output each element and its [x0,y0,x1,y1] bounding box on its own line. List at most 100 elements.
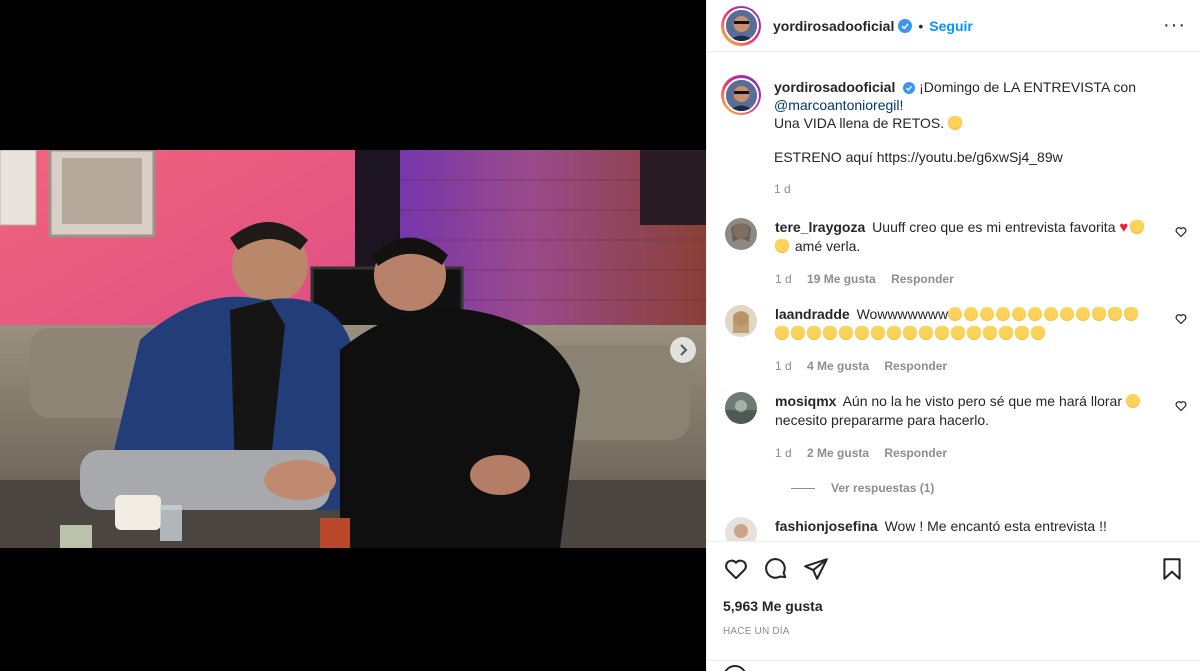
commenter-avatar[interactable] [725,218,757,250]
comment-username[interactable]: fashionjosefina [775,518,878,534]
caption-username[interactable]: yordirosadooficial [774,79,895,95]
comment-body: mosiqmx Aún no la he visto pero sé que m… [775,392,1155,463]
paper-plane-icon[interactable] [803,556,829,582]
action-icons-row [723,554,1185,584]
photo-image [0,150,706,548]
verified-badge-icon [898,18,913,33]
follow-button[interactable]: Seguir [929,18,973,34]
heart-eyes-emoji-row [948,306,1140,322]
likes-count[interactable]: 5,963 Me gusta [723,598,1185,614]
commenter-avatar[interactable] [725,305,757,337]
bookmark-icon[interactable] [1159,556,1185,582]
comment-item: fashionjosefina Wow ! Me encantó esta en… [721,517,1187,541]
add-comment-section [707,660,1200,671]
post-media-pane [0,0,706,671]
clap-emoji-icon [999,326,1013,340]
comment-text-line2: necesito prepararme para hacerlo. [775,412,990,428]
replies-divider [791,487,815,489]
clap-emoji-icon [791,326,805,340]
comment-time[interactable]: 1 d [775,446,792,460]
comment-time[interactable]: 1 d [775,272,792,286]
caption-text-1: ¡Domingo de LA ENTREVISTA con [919,79,1136,95]
author-username[interactable]: yordirosadooficial [773,18,894,34]
comment-like-heart-icon[interactable] [1175,313,1187,325]
heart-icon[interactable] [723,556,749,582]
clap-emoji-icon [1124,307,1139,321]
clap-emoji-icon [903,326,917,340]
verified-badge-icon [903,82,916,94]
clap-emoji-icon [919,326,933,340]
clap-emoji-icon [807,326,821,340]
red-heart-emoji-icon: ♥ [1119,219,1129,236]
comment-username[interactable]: mosiqmx [775,393,836,409]
heart-eyes-emoji-icon [964,307,979,321]
caption-avatar[interactable] [721,75,761,115]
comment-username[interactable]: laandradde [775,306,850,322]
view-replies-label: Ver respuestas (1) [831,481,935,495]
commenter-avatar-photo [725,517,757,541]
comment-body: tere_lraygoza Uuuff creo que es mi entre… [775,218,1155,289]
caption-mention-link[interactable]: @marcoantonioregil! [774,97,903,113]
post-timestamp[interactable]: HACE UN DÍA [723,626,1185,637]
clap-emoji-icon [775,326,789,340]
heart-eyes-emoji-icon [996,307,1011,321]
caption-time[interactable]: 1 d [774,182,791,196]
raised-hands-emoji-icon [1130,220,1145,234]
commenter-avatar[interactable] [725,392,757,424]
reply-button[interactable]: Responder [884,359,947,373]
caption-first-line: yordirosadooficial ¡Domingo de LA ENTREV… [774,75,1154,96]
comment-likes[interactable]: 2 Me gusta [807,446,869,460]
caption: yordirosadooficial ¡Domingo de LA ENTREV… [721,53,1187,198]
heart-eyes-emoji-icon [1060,307,1075,321]
clap-emoji-row [775,324,1155,343]
comment-like-heart-icon[interactable] [1175,400,1187,412]
reply-button[interactable]: Responder [891,272,954,286]
comment-meta: 1 d 2 Me gusta Responder [775,444,1155,463]
clap-emoji-icon [1092,307,1107,321]
post-header: yordirosadooficial • Seguir ··· [707,0,1200,52]
comment-text: Aún no la he visto pero sé que me hará l… [842,393,1122,409]
chevron-right-icon [680,344,688,356]
commenter-avatar-photo [725,218,757,250]
clap-emoji-icon [887,326,901,340]
clap-emoji-icon [1015,326,1029,340]
clap-emoji-icon [855,326,869,340]
heart-eyes-emoji-icon [1012,307,1027,321]
post-sidebar: yordirosadooficial • Seguir ··· yordiros… [706,0,1200,671]
commenter-avatar-photo [725,305,757,337]
comment-like-heart-icon[interactable] [1175,226,1187,238]
heart-eyes-emoji-icon [980,307,995,321]
more-options-button[interactable]: ··· [1163,14,1186,37]
commenter-avatar[interactable] [725,517,757,541]
comment-text-line2: amé verla. [794,238,861,254]
comment-meta: 1 d 4 Me gusta Responder [775,357,1155,376]
emoji-picker-icon[interactable] [723,665,747,671]
comment-likes[interactable]: 19 Me gusta [807,272,876,286]
comment-text: Uuuff creo que es mi entrevista favorita [872,219,1116,235]
clap-emoji-icon [967,326,981,340]
clap-emoji-icon [871,326,885,340]
disappointed-emoji-icon [1125,394,1140,408]
comment-icon[interactable] [763,556,789,582]
comment-text: Wowwwwwww [856,306,949,322]
caption-body: yordirosadooficial ¡Domingo de LA ENTREV… [774,75,1154,198]
heart-eyes-emoji-icon [1076,307,1091,321]
next-photo-button[interactable] [670,337,696,363]
comment-likes[interactable]: 4 Me gusta [807,359,869,373]
heart-eyes-emoji-icon [1044,307,1059,321]
caption-meta: 1 d [774,180,1154,198]
comment-username[interactable]: tere_lraygoza [775,219,865,235]
separator-dot: • [918,17,924,34]
author-avatar[interactable] [721,5,761,46]
comments-list[interactable]: yordirosadooficial ¡Domingo de LA ENTREV… [707,53,1200,541]
view-replies-button[interactable]: Ver respuestas (1) [791,481,1187,495]
heart-eyes-emoji-icon [948,307,963,321]
post-photo[interactable] [0,150,706,548]
post-actions: 5,963 Me gusta HACE UN DÍA [707,541,1200,637]
comment-item: laandradde Wowwwwwww 1 d 4 Me gusta Resp… [721,305,1187,376]
comment-time[interactable]: 1 d [775,359,792,373]
clap-emoji-icon [948,116,963,130]
comment-meta: 1 d 19 Me gusta Responder [775,270,1155,289]
comment-body: fashionjosefina Wow ! Me encantó esta en… [775,517,1155,541]
reply-button[interactable]: Responder [884,446,947,460]
